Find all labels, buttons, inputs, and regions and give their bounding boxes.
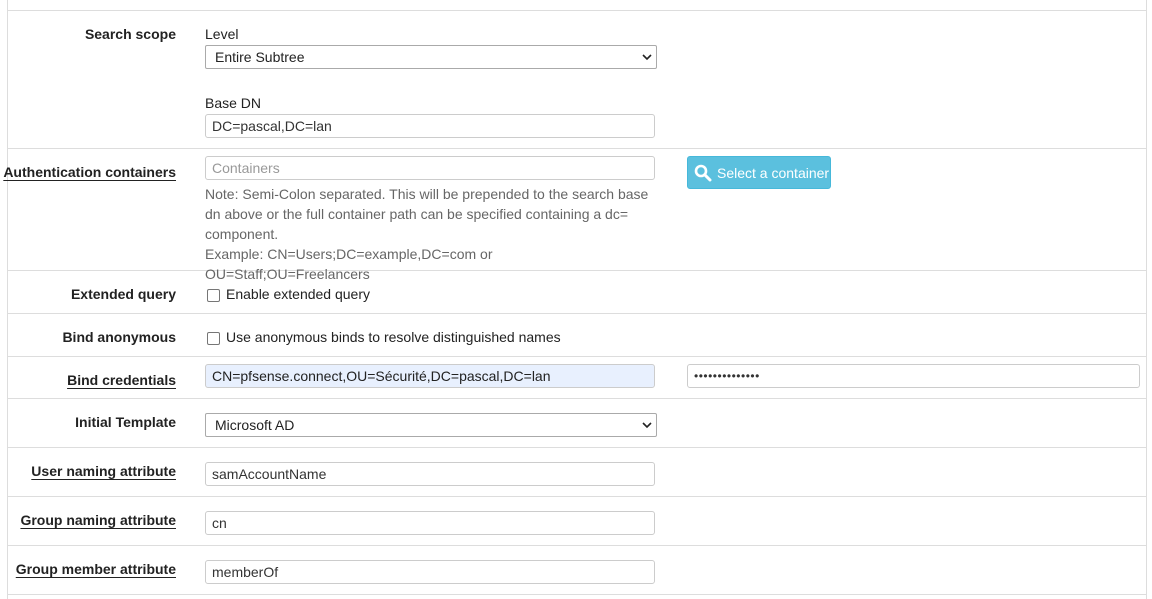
- select-container-label: Select a container: [717, 164, 830, 181]
- level-select[interactable]: Entire Subtree: [205, 45, 657, 69]
- level-select-value: Entire Subtree: [215, 49, 305, 65]
- group-member-row: Group member attribute memberOf: [8, 546, 1146, 595]
- extended-query-row: Extended query Enable extended query: [8, 271, 1146, 314]
- help-line: dn above or the full container path can …: [205, 206, 629, 222]
- select-container-button[interactable]: Select a container: [687, 156, 831, 189]
- group-naming-label[interactable]: Group naming attribute: [20, 512, 176, 528]
- bind-credentials-row: Bind credentials CN=pfsense.connect,OU=S…: [8, 357, 1146, 399]
- bind-anonymous-label: Bind anonymous: [62, 329, 176, 345]
- initial-template-value: Microsoft AD: [215, 417, 295, 433]
- chevron-down-icon: [642, 54, 652, 61]
- initial-template-select[interactable]: Microsoft AD: [205, 413, 657, 437]
- search-icon: [694, 164, 712, 181]
- bind-anonymous-checkbox-label[interactable]: Use anonymous binds to resolve distingui…: [226, 329, 561, 345]
- bind-password-input[interactable]: ••••••••••••••: [687, 364, 1140, 388]
- auth-containers-row: Authentication containers Containers Sel…: [3, 149, 1146, 282]
- extended-query-checkbox[interactable]: [207, 289, 220, 302]
- auth-containers-label[interactable]: Authentication containers: [3, 164, 176, 180]
- help-line: Note: Semi-Colon separated. This will be…: [205, 186, 649, 202]
- search-scope-label: Search scope: [84, 26, 176, 42]
- group-naming-input[interactable]: cn: [205, 511, 655, 535]
- search-scope-row: Search scope Level Entire Subtree Base D…: [8, 11, 1146, 149]
- user-naming-row: User naming attribute samAccountName: [8, 448, 1146, 497]
- user-naming-input[interactable]: samAccountName: [205, 462, 655, 486]
- bind-user-dn-input[interactable]: CN=pfsense.connect,OU=Sécurité,DC=pascal…: [205, 364, 655, 388]
- previous-row: [8, 0, 1146, 11]
- level-label: Level: [205, 26, 239, 42]
- extended-query-label: Extended query: [70, 286, 176, 302]
- bind-credentials-label[interactable]: Bind credentials: [67, 372, 176, 388]
- bind-anonymous-row: Bind anonymous Use anonymous binds to re…: [8, 314, 1146, 357]
- initial-template-label: Initial Template: [75, 414, 176, 430]
- initial-template-row: Initial Template Microsoft AD: [8, 399, 1146, 448]
- group-naming-row: Group naming attribute cn: [8, 497, 1146, 546]
- containers-input[interactable]: Containers: [205, 156, 655, 180]
- extended-query-checkbox-label[interactable]: Enable extended query: [226, 286, 370, 302]
- base-dn-label: Base DN: [205, 95, 262, 111]
- containers-help-text: Note: Semi-Colon separated. This will be…: [205, 184, 657, 284]
- chevron-down-icon: [642, 422, 652, 429]
- group-member-label[interactable]: Group member attribute: [16, 561, 176, 577]
- bind-anonymous-checkbox[interactable]: [207, 332, 220, 345]
- base-dn-input[interactable]: DC=pascal,DC=lan: [205, 114, 655, 138]
- ldap-settings-panel: Search scope Level Entire Subtree Base D…: [3, 0, 1147, 599]
- user-naming-label[interactable]: User naming attribute: [31, 463, 176, 479]
- group-member-input[interactable]: memberOf: [205, 560, 655, 584]
- help-line: component.: [205, 226, 279, 242]
